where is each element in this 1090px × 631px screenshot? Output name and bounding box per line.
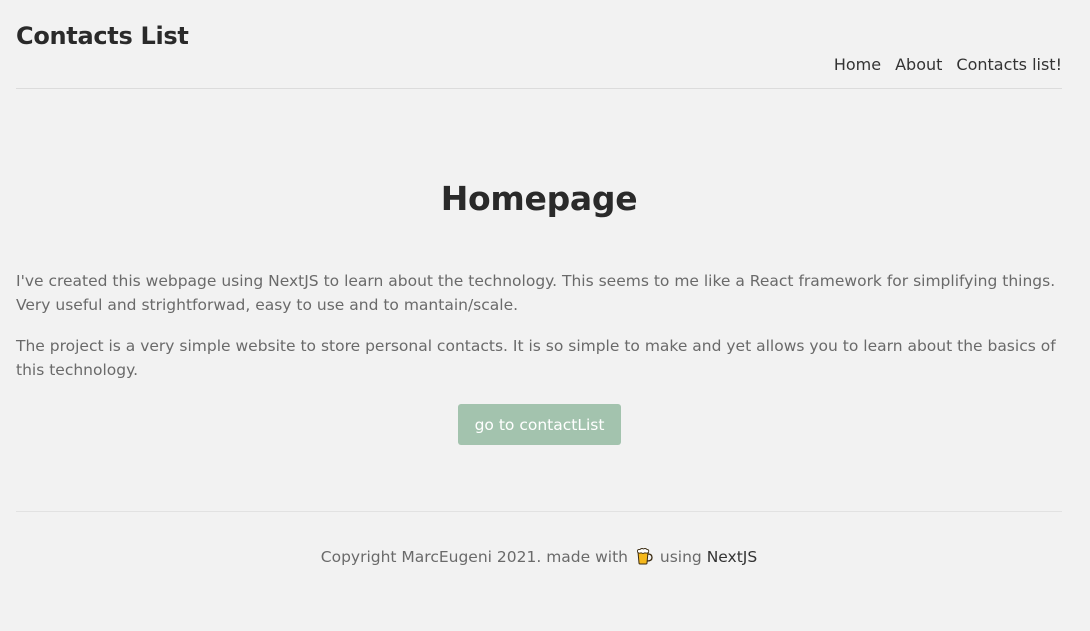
- nav-link-home[interactable]: Home: [834, 55, 881, 74]
- main-nav: Home About Contacts list!: [834, 55, 1062, 74]
- nextjs-link[interactable]: NextJS: [707, 548, 758, 566]
- site-header: Contacts List Home About Contacts list!: [16, 0, 1062, 89]
- page-title: Homepage: [440, 179, 638, 218]
- site-footer: Copyright MarcEugeni 2021. made with usi…: [16, 511, 1062, 602]
- project-paragraph: The project is a very simple website to …: [16, 337, 1056, 379]
- beer-icon: [635, 547, 653, 565]
- footer-copyright-text: Copyright MarcEugeni 2021. made with: [320, 548, 628, 566]
- nav-link-about[interactable]: About: [895, 55, 942, 74]
- nav-link-contacts-list[interactable]: Contacts list!: [956, 55, 1062, 74]
- go-to-contactlist-button[interactable]: go to contactList: [458, 404, 621, 445]
- site-title: Contacts List: [16, 22, 189, 50]
- intro-paragraph: I've created this webpage using NextJS t…: [16, 272, 1056, 314]
- footer-copyright: Copyright MarcEugeni 2021. made with usi…: [16, 547, 1062, 566]
- footer-using-text: using: [659, 548, 702, 566]
